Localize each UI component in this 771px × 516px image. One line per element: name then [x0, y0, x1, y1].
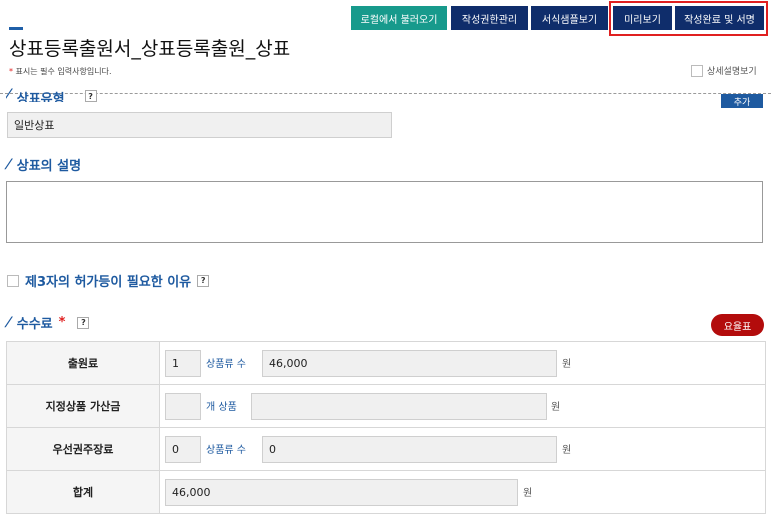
fee-row-label: 우선권주장료: [6, 427, 160, 471]
total-value: 46,000 원: [159, 470, 766, 514]
total-amount-field: 46,000: [165, 479, 518, 506]
add-button[interactable]: 추가: [721, 94, 763, 108]
description-textarea[interactable]: [6, 181, 763, 243]
help-icon[interactable]: ?: [77, 316, 90, 329]
required-star: *: [58, 315, 66, 330]
trademark-type-heading: / 상표유형 ?: [6, 88, 97, 102]
sample-view-button[interactable]: 서식샘플보기: [531, 6, 608, 30]
trademark-type-field[interactable]: 일반상표: [7, 112, 392, 138]
table-row: 지정상품 가산금 개 상품 원: [6, 384, 766, 428]
amount-field: 0: [262, 436, 557, 463]
count-label: 상품류 수: [206, 445, 246, 456]
total-label: 합계: [6, 470, 160, 514]
section-slash-icon: /: [3, 315, 14, 330]
count-field[interactable]: 1: [165, 350, 201, 377]
section-slash-icon: /: [6, 88, 14, 102]
count-field[interactable]: [165, 393, 201, 420]
highlight-box: [609, 1, 768, 36]
third-party-heading-text: 제3자의 허가등이 필요한 이유: [25, 275, 192, 290]
description-heading-text: 상표의 설명: [16, 159, 82, 174]
load-local-button[interactable]: 로컬에서 불러오기: [351, 6, 447, 30]
fee-table-button[interactable]: 요율표: [711, 314, 764, 336]
count-label: 개 상품: [206, 402, 237, 413]
required-note-text: 표시는 필수 입력사항입니다.: [15, 67, 112, 76]
required-note: * 표시는 필수 입력사항입니다.: [9, 66, 112, 77]
detail-checkbox[interactable]: [691, 64, 703, 77]
required-star: *: [9, 67, 13, 76]
amount-field: [251, 393, 547, 420]
detail-toggle[interactable]: 상세설명보기: [691, 64, 757, 77]
third-party-checkbox[interactable]: [7, 274, 19, 287]
table-row: 우선권주장료 0 상품류 수 0 원: [6, 427, 766, 471]
third-party-heading: 제3자의 허가등이 필요한 이유 ?: [7, 271, 210, 290]
unit-label: 원: [523, 488, 533, 499]
count-field[interactable]: 0: [165, 436, 201, 463]
page-title: 상표등록출원서_상표등록출원_상표: [9, 38, 291, 60]
section-slash-icon: /: [3, 157, 14, 172]
trademark-type-heading-text: 상표유형: [16, 92, 65, 102]
description-heading: / 상표의 설명: [3, 155, 82, 174]
permission-manage-button[interactable]: 작성권한관리: [451, 6, 528, 30]
help-icon[interactable]: ?: [197, 274, 210, 287]
detail-toggle-label: 상세설명보기: [707, 67, 757, 77]
help-icon[interactable]: ?: [84, 90, 97, 102]
fee-row-value: 1 상품류 수 46,000 원: [159, 341, 766, 385]
table-row-total: 합계 46,000 원: [6, 470, 766, 514]
fees-heading-text: 수수료: [16, 317, 53, 332]
count-label: 상품류 수: [206, 359, 246, 370]
fee-row-value: 개 상품 원: [159, 384, 766, 428]
unit-label: 원: [551, 402, 561, 413]
table-row: 출원료 1 상품류 수 46,000 원: [6, 341, 766, 385]
fee-row-value: 0 상품류 수 0 원: [159, 427, 766, 471]
fee-row-label: 지정상품 가산금: [6, 384, 160, 428]
unit-label: 원: [562, 445, 572, 456]
fees-heading: / 수수료 * ?: [3, 313, 90, 332]
title-accent-bar: [9, 27, 23, 30]
amount-field: 46,000: [262, 350, 557, 377]
fee-row-label: 출원료: [6, 341, 160, 385]
unit-label: 원: [562, 359, 572, 370]
fees-table: 출원료 1 상품류 수 46,000 원 지정상품 가산금 개 상품 원 우선권…: [6, 341, 766, 514]
dashed-divider: [0, 93, 771, 94]
